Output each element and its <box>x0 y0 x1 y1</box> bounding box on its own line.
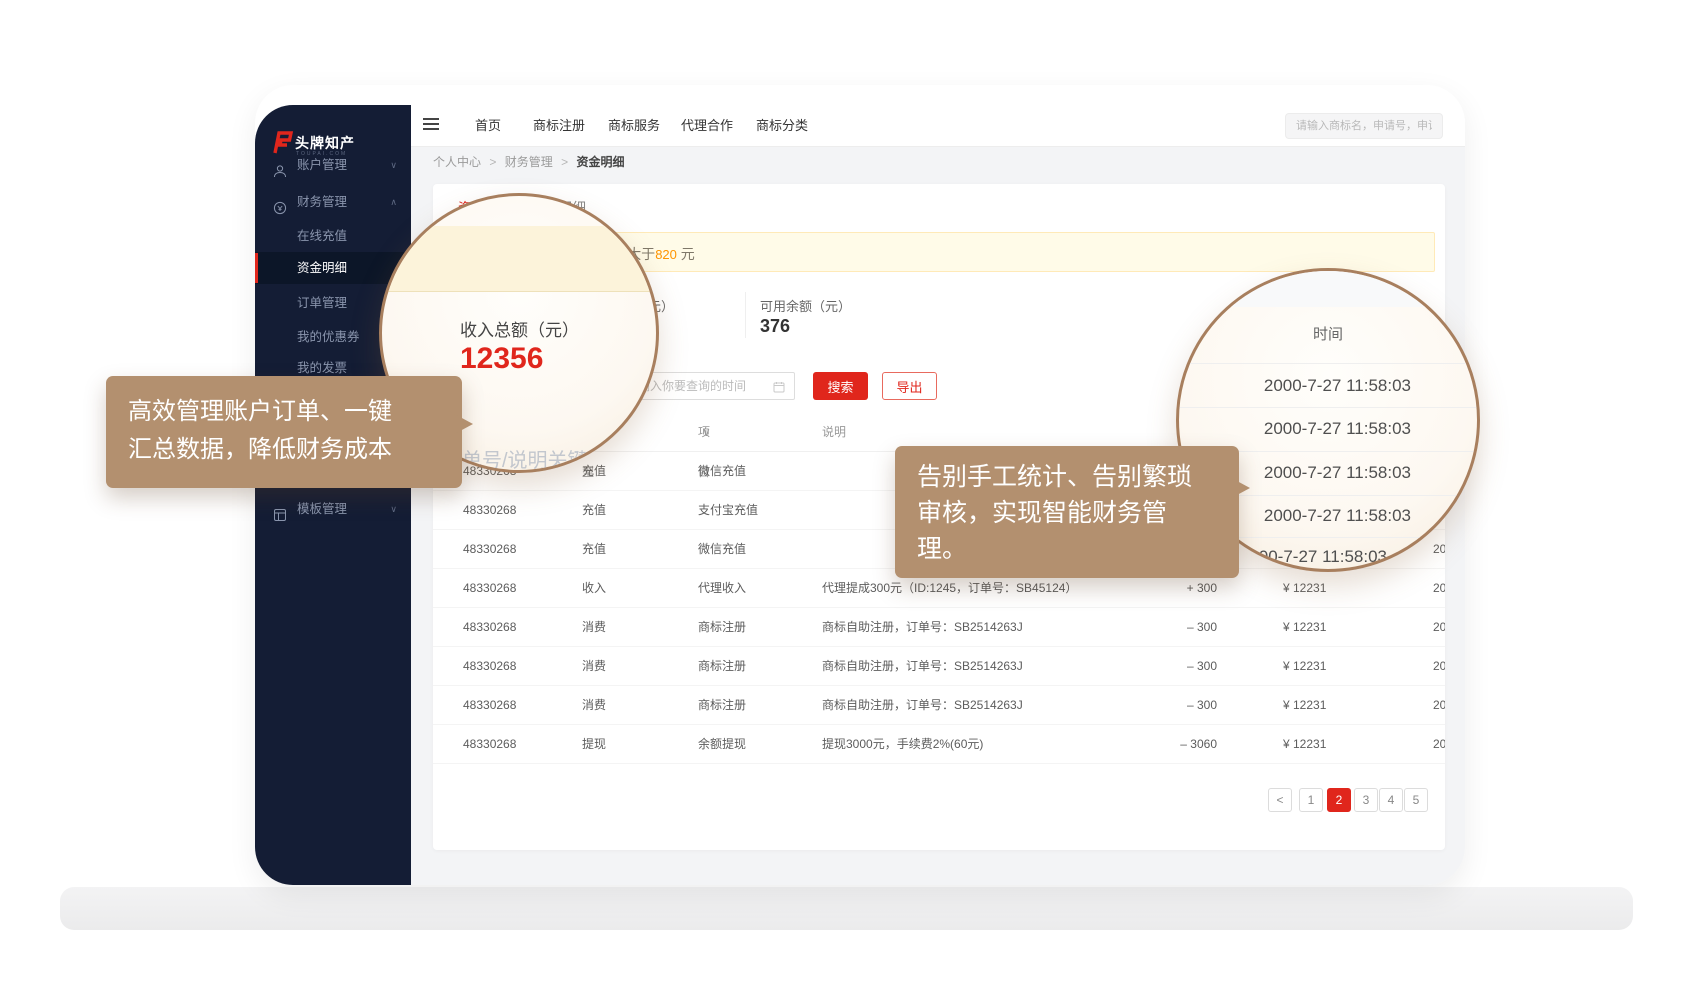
stat-balance-label: 可用余额（元） <box>760 296 851 315</box>
pagination-page-3[interactable]: 3 <box>1354 788 1378 812</box>
sidebar-item-label: 账户管理 <box>297 149 347 181</box>
table-row[interactable]: 48330268消费商标注册商标自助注册，订单号：SB2514263J– 300… <box>433 686 1445 725</box>
sidebar: 头牌知产 TOUPAI.COM 账户管理 ∨ 财务管理 ∧ 在线充值 资 <box>255 105 411 885</box>
magnified-time-value: 2000-7-27 11:58:03 <box>1264 463 1411 483</box>
chevron-down-icon: ∨ <box>390 149 397 181</box>
nav-agent-cooperation[interactable]: 代理合作 <box>681 105 733 147</box>
table-row[interactable]: 48330268提现余额提现提现3000元，手续费2%(60元)– 3060¥ … <box>433 725 1445 764</box>
pagination-page-1[interactable]: 1 <box>1299 788 1323 812</box>
magnified-income-label: 收入总额（元） <box>460 316 579 341</box>
nav-trademark-register[interactable]: 商标注册 <box>533 105 585 147</box>
trademark-search-input[interactable] <box>1285 113 1443 139</box>
magnified-banner-band <box>382 226 656 292</box>
callout-left: 高效管理账户订单、一键 汇总数据，降低财务成本 <box>106 376 462 488</box>
magnified-time-header: 时间 <box>1179 323 1477 344</box>
magnified-order-filter-text: 订单号/说明关键词 <box>442 444 608 473</box>
magnified-top-band <box>1179 271 1477 307</box>
sidebar-item-label: 模板管理 <box>297 493 347 525</box>
sidebar-item-template[interactable]: 模板管理 ∨ <box>255 493 411 525</box>
sidebar-item-label: 财务管理 <box>297 186 347 218</box>
page: 头牌知产 TOUPAI.COM 账户管理 ∨ 财务管理 ∧ 在线充值 资 <box>0 0 1696 1002</box>
table-row[interactable]: 48330268消费商标注册商标自助注册，订单号：SB2514263J– 300… <box>433 608 1445 647</box>
template-icon <box>273 502 287 516</box>
magnified-time-value: 2000-7-27 11:58:03 <box>1264 506 1411 526</box>
breadcrumb-current: 资金明细 <box>576 155 624 169</box>
callout-right: 告别手工统计、告别繁琐 审核，实现智能财务管 理。 <box>895 446 1239 578</box>
breadcrumb: 个人中心 > 财务管理 > 资金明细 <box>433 153 624 170</box>
magnified-income-value: 12356 <box>460 342 543 376</box>
stat-balance-value: 376 <box>760 316 790 337</box>
pagination-prev[interactable]: < <box>1268 788 1292 812</box>
breadcrumb-part[interactable]: 财务管理 <box>505 155 553 169</box>
table-row[interactable]: 48330268消费商标注册商标自助注册，订单号：SB2514263J– 300… <box>433 647 1445 686</box>
magnified-time-value: 2000-7-27 11:58:03 <box>1264 419 1411 439</box>
pagination-page-2-active[interactable]: 2 <box>1327 788 1351 812</box>
user-icon <box>273 158 287 172</box>
magnified-time-value-partial: 2000-7-27 11:58:03 <box>1240 547 1387 567</box>
finance-icon <box>273 195 287 209</box>
nav-trademark-category[interactable]: 商标分类 <box>756 105 808 147</box>
magnified-time-value: 2000-7-27 11:58:03 <box>1264 376 1411 396</box>
topbar: 首页 商标注册 商标服务 代理合作 商标分类 <box>411 105 1465 147</box>
pagination-page-4[interactable]: 4 <box>1379 788 1403 812</box>
calendar-icon[interactable] <box>773 380 785 398</box>
sidebar-item-finance[interactable]: 财务管理 ∧ <box>255 186 411 218</box>
column-desc: 说明 <box>822 412 846 452</box>
export-button[interactable]: 导出 <box>882 372 937 400</box>
nav-home[interactable]: 首页 <box>475 105 501 147</box>
laptop-base <box>60 887 1633 930</box>
nav-trademark-service[interactable]: 商标服务 <box>608 105 660 147</box>
search-button[interactable]: 搜索 <box>813 372 868 400</box>
menu-icon[interactable] <box>423 118 439 132</box>
chevron-down-icon: ∨ <box>390 493 397 525</box>
sort-caret-icon: ∨ <box>702 412 711 452</box>
breadcrumb-part[interactable]: 个人中心 <box>433 155 481 169</box>
sidebar-item-account[interactable]: 账户管理 ∨ <box>255 149 411 181</box>
pagination-page-5[interactable]: 5 <box>1404 788 1428 812</box>
chevron-up-icon: ∧ <box>390 186 397 218</box>
